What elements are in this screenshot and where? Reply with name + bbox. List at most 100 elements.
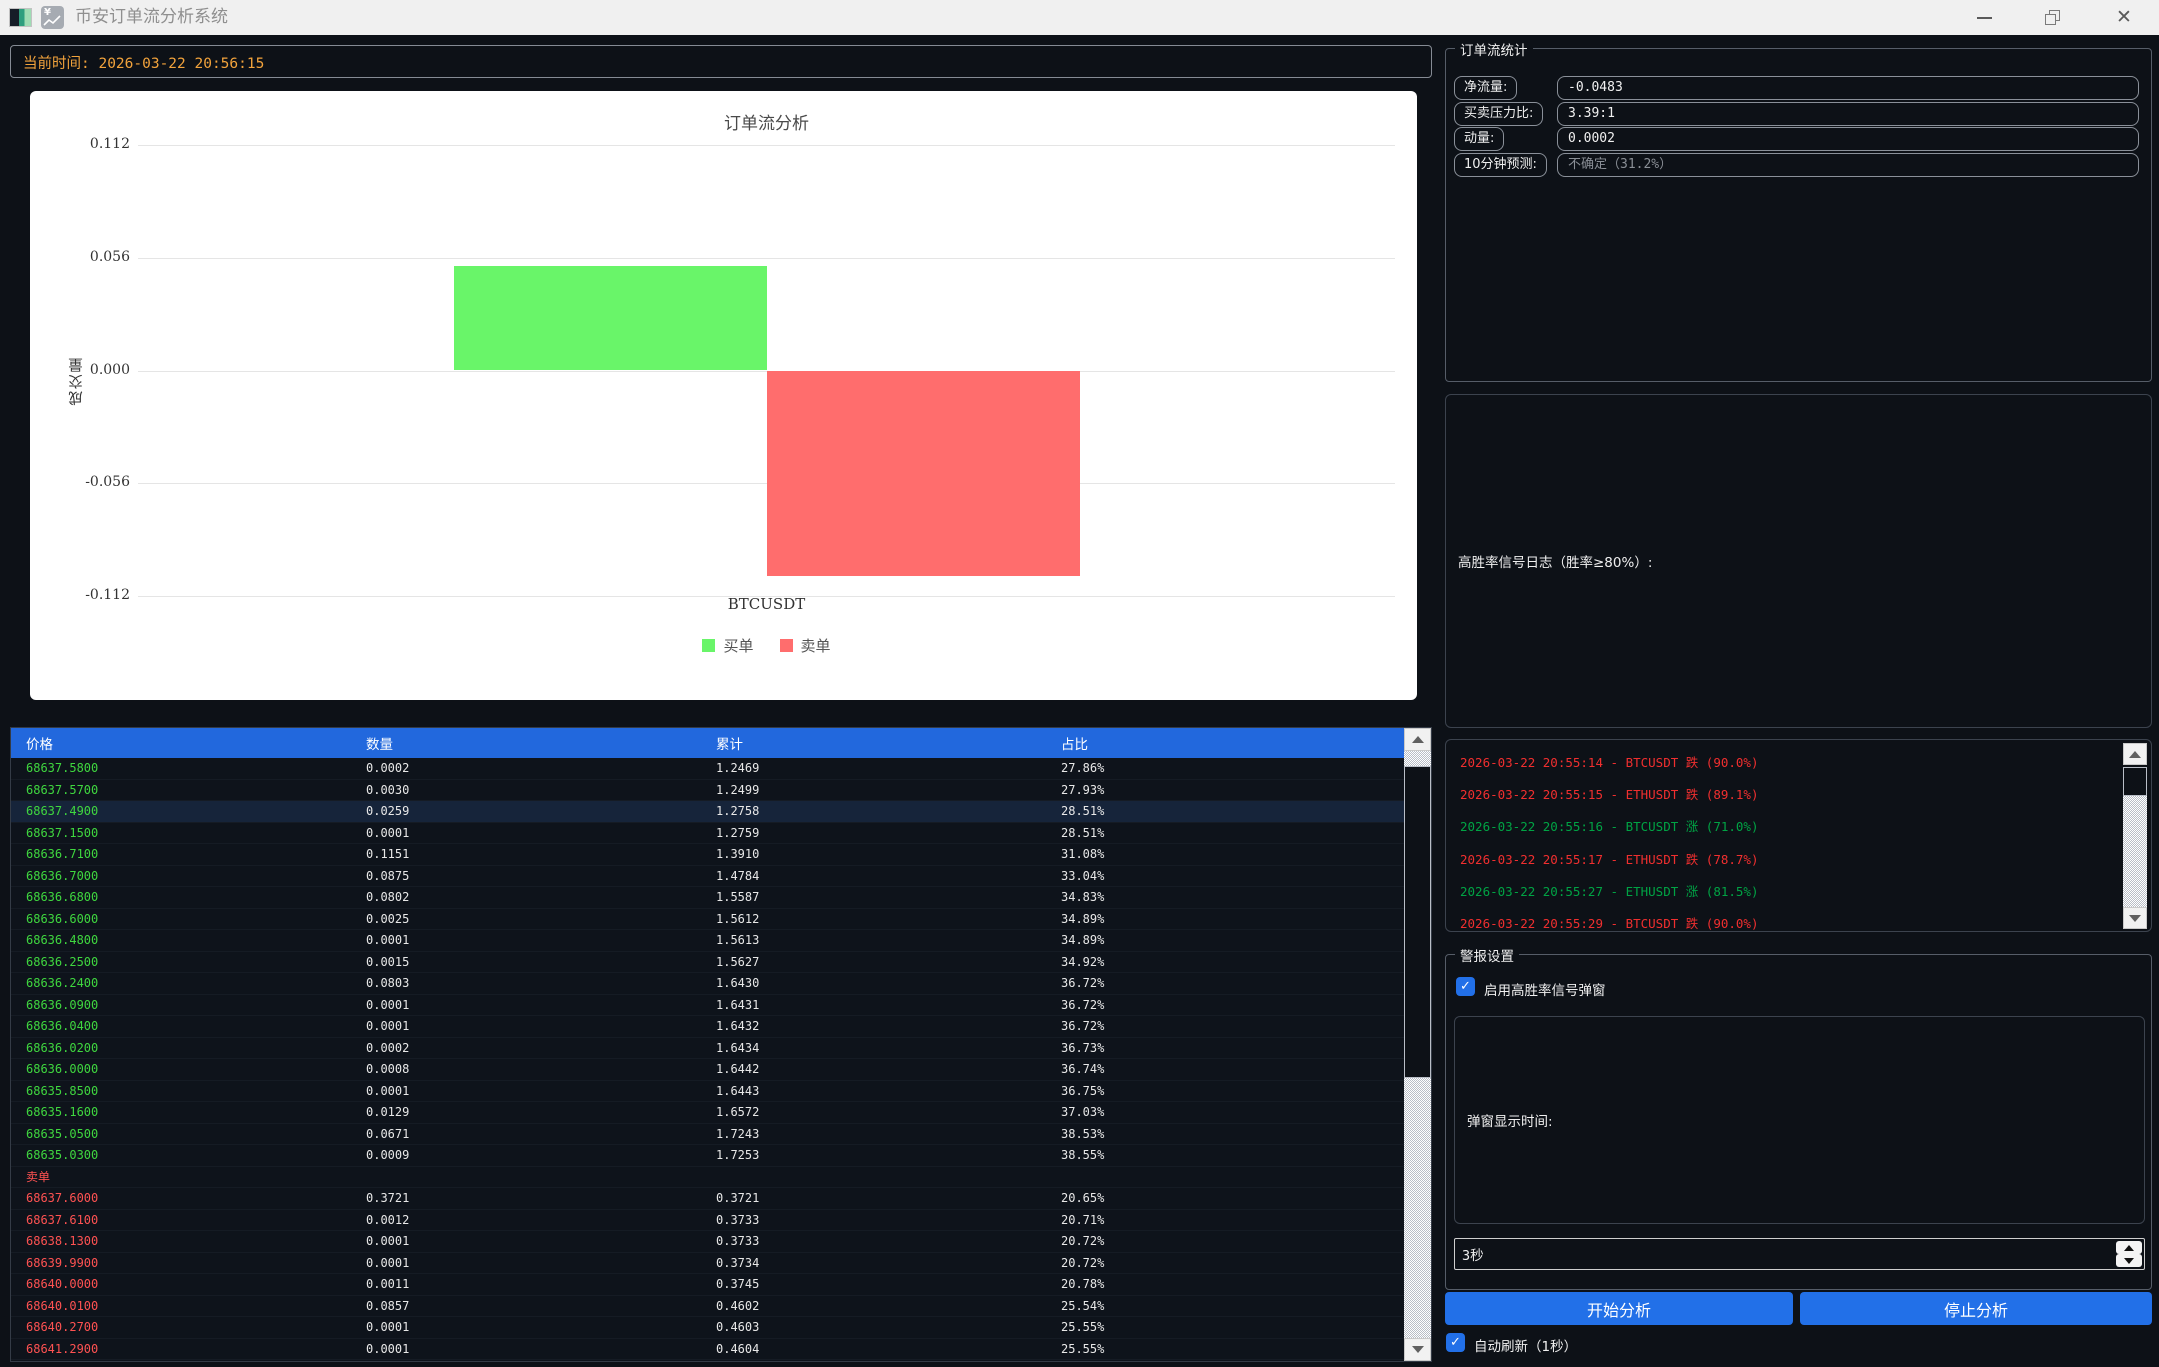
table-row[interactable]: 68636.71000.11511.391031.08% — [11, 844, 1431, 866]
table-row[interactable]: 68641.29000.00010.460425.55% — [11, 1339, 1431, 1361]
table-row[interactable]: 68635.16000.01291.657237.03% — [11, 1102, 1431, 1124]
cumulative-cell: 0.3733 — [716, 1213, 1061, 1227]
qty-cell: 0.0030 — [366, 783, 716, 797]
table-row[interactable]: 68636.09000.00011.643136.72% — [11, 995, 1431, 1017]
price-cell: 68640.0100 — [26, 1299, 366, 1313]
price-cell: 68636.2400 — [26, 976, 366, 990]
table-header-cell[interactable]: 占比 — [1061, 733, 1431, 753]
cumulative-cell: 0.3734 — [716, 1256, 1061, 1270]
scroll-up-button[interactable] — [1404, 728, 1431, 751]
arrow-up-icon — [2129, 751, 2141, 758]
scrollbar-thumb[interactable] — [1404, 766, 1431, 1078]
log-entry[interactable]: 2026-03-22 20:55:14 - BTCUSDT 跌 (90.0%) — [1460, 752, 1758, 772]
scroll-down-button[interactable] — [1404, 1338, 1431, 1361]
percent-cell: 20.72% — [1061, 1234, 1431, 1248]
cumulative-cell: 1.2499 — [716, 783, 1061, 797]
table-row[interactable]: 68640.01000.08570.460225.54% — [11, 1296, 1431, 1318]
start-analysis-button[interactable]: 开始分析 — [1445, 1292, 1793, 1325]
price-cell: 68635.0500 — [26, 1127, 366, 1141]
table-row[interactable]: 68637.49000.02591.275828.51% — [11, 801, 1431, 823]
legend-swatch — [780, 639, 793, 652]
table-header-cell[interactable]: 价格 — [26, 733, 366, 753]
log-entry[interactable]: 2026-03-22 20:55:29 - BTCUSDT 跌 (90.0%) — [1460, 913, 1758, 932]
cumulative-cell: 1.2759 — [716, 826, 1061, 840]
log-scrollbar[interactable] — [2123, 743, 2147, 929]
cumulative-cell: 1.3910 — [716, 847, 1061, 861]
log-entry[interactable]: 2026-03-22 20:55:16 - BTCUSDT 涨 (71.0%) — [1460, 816, 1758, 836]
price-cell: 68636.0000 — [26, 1062, 366, 1076]
scrollbar-thumb[interactable] — [2123, 767, 2147, 796]
table-row[interactable]: 68636.48000.00011.561334.89% — [11, 930, 1431, 952]
scroll-down-button[interactable] — [2123, 907, 2147, 929]
percent-cell: 28.51% — [1061, 804, 1431, 818]
table-row[interactable]: 68637.57000.00301.249927.93% — [11, 780, 1431, 802]
price-cell: 68637.6100 — [26, 1213, 366, 1227]
log-entry[interactable]: 2026-03-22 20:55:27 - ETHUSDT 涨 (81.5%) — [1460, 881, 1758, 901]
popup-duration-spinbox[interactable]: 3秒 — [1454, 1238, 2145, 1270]
table-header-cell[interactable]: 累计 — [716, 733, 1061, 753]
table-section-row[interactable]: 卖单 — [11, 1167, 1431, 1189]
price-cell: 68635.1600 — [26, 1105, 366, 1119]
log-entry[interactable]: 2026-03-22 20:55:17 - ETHUSDT 跌 (78.7%) — [1460, 849, 1758, 869]
cumulative-cell: 1.6443 — [716, 1084, 1061, 1098]
cumulative-cell: 0.3745 — [716, 1277, 1061, 1291]
cumulative-cell: 1.4784 — [716, 869, 1061, 883]
price-cell: 68636.0200 — [26, 1041, 366, 1055]
stat-label: 10分钟预测: — [1454, 153, 1547, 177]
table-header-row: 价格数量累计占比 — [11, 728, 1431, 758]
auto-refresh-checkbox[interactable]: ✓ — [1446, 1333, 1465, 1352]
legend-label: 卖单 — [801, 635, 831, 656]
stat-row: 净流量:-0.0483 — [1454, 76, 2139, 100]
stat-value: 3.39:1 — [1557, 102, 2139, 126]
table-scrollbar[interactable] — [1404, 728, 1431, 1361]
table-header-cell[interactable]: 数量 — [366, 733, 716, 753]
minimize-button[interactable] — [1961, 0, 2007, 35]
table-row[interactable]: 68638.13000.00010.373320.72% — [11, 1231, 1431, 1253]
qty-cell: 0.0001 — [366, 1234, 716, 1248]
table-row[interactable]: 68635.05000.06711.724338.53% — [11, 1124, 1431, 1146]
table-row[interactable]: 68640.27000.00010.460325.55% — [11, 1317, 1431, 1339]
close-button[interactable]: ✕ — [2101, 0, 2147, 35]
table-row[interactable]: 68636.00000.00081.644236.74% — [11, 1059, 1431, 1081]
table-row[interactable]: 68639.99000.00010.373420.72% — [11, 1253, 1431, 1275]
qty-cell: 0.0002 — [366, 761, 716, 775]
table-row[interactable]: 68637.61000.00120.373320.71% — [11, 1210, 1431, 1232]
current-time-label: 当前时间: 2026-03-22 20:56:15 — [23, 52, 264, 73]
spin-down-button[interactable] — [2116, 1254, 2142, 1267]
scroll-up-button[interactable] — [2123, 743, 2147, 765]
table-row[interactable]: 68636.60000.00251.561234.89% — [11, 909, 1431, 931]
chart-y-tick-label: -0.112 — [72, 587, 130, 603]
table-row[interactable]: 68636.04000.00011.643236.72% — [11, 1016, 1431, 1038]
table-row[interactable]: 68636.68000.08021.558734.83% — [11, 887, 1431, 909]
table-row[interactable]: 68640.00000.00110.374520.78% — [11, 1274, 1431, 1296]
arrow-up-icon — [1412, 736, 1424, 743]
log-entry[interactable]: 2026-03-22 20:55:15 - ETHUSDT 跌 (89.1%) — [1460, 784, 1758, 804]
table-row[interactable]: 68637.60000.37210.372120.65% — [11, 1188, 1431, 1210]
enable-popup-checkbox[interactable]: ✓ — [1456, 977, 1475, 996]
table-row[interactable]: 68635.03000.00091.725338.55% — [11, 1145, 1431, 1167]
table-row[interactable]: 68636.24000.08031.643036.72% — [11, 973, 1431, 995]
scrollbar-track[interactable] — [2123, 796, 2147, 907]
signal-log-header: 高胜率信号日志（胜率≥80%）: — [1458, 551, 1652, 571]
qty-cell: 0.0025 — [366, 912, 716, 926]
qty-cell: 0.0671 — [366, 1127, 716, 1141]
table-row[interactable]: 68636.02000.00021.643436.73% — [11, 1038, 1431, 1060]
table-row[interactable]: 68637.58000.00021.246927.86% — [11, 758, 1431, 780]
qty-cell: 0.0001 — [366, 933, 716, 947]
chart-gridline — [138, 145, 1395, 146]
qty-cell: 0.0802 — [366, 890, 716, 904]
stop-analysis-button[interactable]: 停止分析 — [1800, 1292, 2152, 1325]
table-row[interactable]: 68636.70000.08751.478433.04% — [11, 866, 1431, 888]
maximize-button[interactable] — [2029, 0, 2075, 35]
chart-y-tick-label: 0.000 — [72, 362, 130, 378]
percent-cell: 25.55% — [1061, 1320, 1431, 1334]
percent-cell: 27.93% — [1061, 783, 1431, 797]
qty-cell: 0.0001 — [366, 1084, 716, 1098]
scrollbar-track[interactable] — [1404, 1078, 1431, 1338]
spin-up-button[interactable] — [2116, 1241, 2142, 1254]
scrollbar-track[interactable] — [1404, 751, 1431, 766]
table-row[interactable]: 68635.85000.00011.644336.75% — [11, 1081, 1431, 1103]
price-cell: 68640.2700 — [26, 1320, 366, 1334]
table-row[interactable]: 68637.15000.00011.275928.51% — [11, 823, 1431, 845]
table-row[interactable]: 68636.25000.00151.562734.92% — [11, 952, 1431, 974]
